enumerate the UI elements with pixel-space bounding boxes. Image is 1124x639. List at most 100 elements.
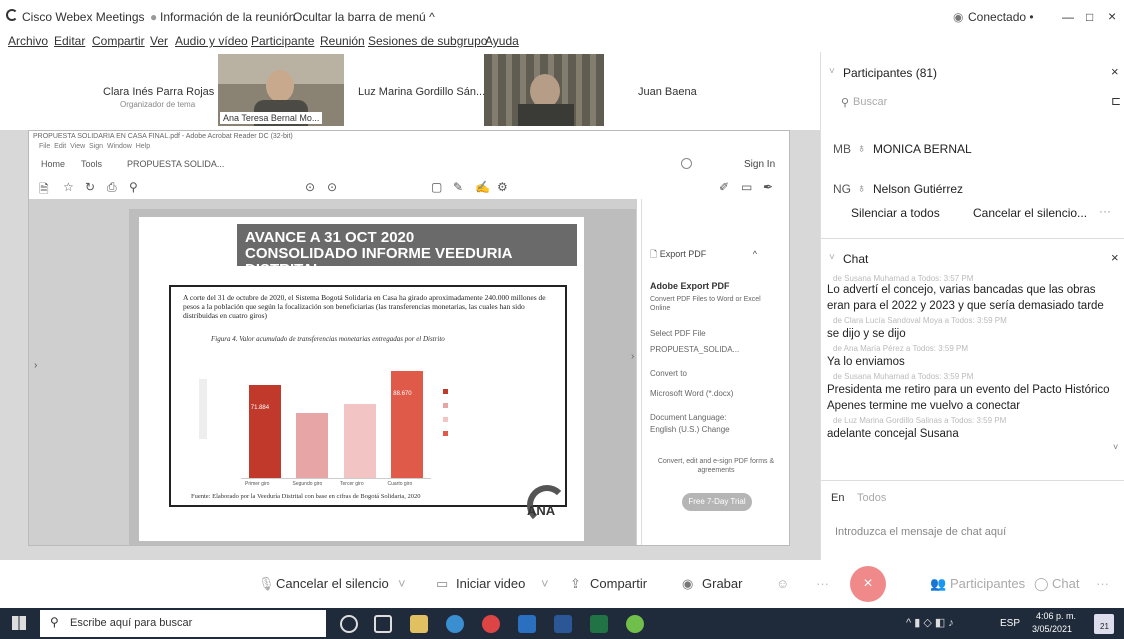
chat-icon[interactable]: ◯ xyxy=(1034,576,1049,592)
minimize-button[interactable]: — xyxy=(1062,10,1074,24)
participant-video-2[interactable]: Ana Teresa Bernal Mo... xyxy=(218,54,344,126)
maximize-button[interactable]: □ xyxy=(1086,10,1093,24)
file-name[interactable]: PROPUESTA_SOLIDA... xyxy=(650,345,739,354)
fill-sign-icon[interactable]: ✒ xyxy=(763,180,773,194)
menu-compartir[interactable]: Compartir xyxy=(92,34,145,48)
chat-button[interactable]: Chat xyxy=(1052,576,1079,591)
participant-tile-1[interactable]: Clara Inés Parra Rojas Organizador de te… xyxy=(60,52,214,128)
chat-close-icon[interactable]: × xyxy=(1111,250,1119,265)
menu-participante[interactable]: Participante xyxy=(251,34,314,48)
promo-text: Convert, edit and e-sign PDF forms & agr… xyxy=(657,458,775,474)
collapse-icon[interactable]: ^ xyxy=(753,249,757,259)
participant-row[interactable]: MB ♁ MONICA BERNAL xyxy=(821,138,1121,160)
stamp-icon[interactable]: ⚙ xyxy=(497,180,508,194)
chat-scroll-down-icon[interactable]: ˅ xyxy=(1113,442,1118,452)
participants-search-input[interactable]: Buscar xyxy=(853,96,887,108)
clock-time[interactable]: 4:06 p. m. xyxy=(1036,611,1076,621)
menu-ayuda[interactable]: Ayuda xyxy=(485,34,519,48)
unmute-options-icon[interactable]: ˅ xyxy=(398,576,406,591)
record-icon[interactable]: ◉ xyxy=(682,576,693,592)
chrome-icon[interactable] xyxy=(482,615,500,633)
acrobat-tab-tools[interactable]: Tools xyxy=(81,159,102,169)
pen-icon[interactable]: ✎ xyxy=(453,180,463,194)
reactions-icon[interactable]: ☺ xyxy=(776,576,789,591)
help-icon[interactable] xyxy=(681,158,692,169)
share-icon[interactable]: ⇪ xyxy=(570,576,581,592)
unmute-button[interactable]: Cancelar el silencio xyxy=(276,576,389,591)
cortana-icon[interactable] xyxy=(340,615,358,633)
system-tray-icon[interactable]: ^ ▮ ◇ ◧ ♪ xyxy=(906,616,954,629)
video-icon[interactable]: ▭ xyxy=(436,576,448,592)
right-sidebar: ˅ Participantes (81) × ⚲ Buscar ⊏ MB ♁ M… xyxy=(820,52,1124,560)
participant-name-3: Luz Marina Gordillo Sán... xyxy=(358,86,486,98)
edit-icon[interactable]: ✐ xyxy=(719,180,729,194)
zoom-icon[interactable]: ⚲ xyxy=(129,180,138,194)
share-icon[interactable]: ↻ xyxy=(85,180,95,194)
chat-collapse-icon[interactable]: ˅ xyxy=(829,252,835,263)
free-trial-button[interactable]: Free 7-Day Trial xyxy=(682,493,752,511)
input-language[interactable]: ESP xyxy=(1000,618,1020,629)
menu-editar[interactable]: Editar xyxy=(54,34,85,48)
taskbar-search-box[interactable]: ⚲ Escribe aquí para buscar xyxy=(40,610,326,637)
format-select[interactable]: Microsoft Word (*.docx) xyxy=(650,389,733,398)
meeting-info-link[interactable]: Información de la reunión xyxy=(160,10,295,24)
bookmark-icon[interactable]: ☆ xyxy=(63,180,74,194)
taskbar-search-input[interactable]: Escribe aquí para buscar xyxy=(70,617,192,629)
save-icon[interactable]: 🗎 xyxy=(39,180,49,201)
excel-icon[interactable] xyxy=(590,615,608,633)
menu-archivo[interactable]: Archivo xyxy=(8,34,48,48)
menu-ver[interactable]: Ver xyxy=(150,34,168,48)
more-options-icon[interactable]: ··· xyxy=(1099,204,1111,218)
connection-status[interactable]: Conectado • xyxy=(968,10,1034,24)
participants-collapse-icon[interactable]: ˅ xyxy=(829,66,835,77)
leave-meeting-button[interactable]: × xyxy=(850,566,886,602)
record-button[interactable]: Grabar xyxy=(702,576,742,591)
participant-row[interactable]: NG ♁ Nelson Gutiérrez xyxy=(821,178,1121,200)
share-button[interactable]: Compartir xyxy=(590,576,647,591)
scroll-arrow-icon[interactable]: › xyxy=(631,351,634,362)
word-icon[interactable] xyxy=(554,615,572,633)
sort-icon[interactable]: ⊏ xyxy=(1111,94,1121,108)
participants-close-icon[interactable]: × xyxy=(1111,64,1119,79)
participant-name: MONICA BERNAL xyxy=(873,142,972,156)
mute-all-button[interactable]: Silenciar a todos xyxy=(851,206,940,220)
edge-icon[interactable] xyxy=(446,615,464,633)
prev-page-icon[interactable]: ⊙ xyxy=(305,180,315,194)
sign-icon[interactable]: ✍ xyxy=(475,180,490,194)
close-button[interactable]: × xyxy=(1108,8,1116,24)
export-pdf-header[interactable]: 🗋 Export PDF ^ xyxy=(650,247,757,263)
menu-subgrupos[interactable]: Sesiones de subgrupo xyxy=(368,34,487,48)
video-options-icon[interactable]: ˅ xyxy=(541,576,549,591)
participants-icon[interactable]: 👥 xyxy=(930,576,946,592)
comment-panel-icon[interactable]: ▭ xyxy=(741,180,752,194)
more-icon[interactable]: ··· xyxy=(816,576,829,591)
task-view-icon[interactable] xyxy=(374,615,392,633)
start-video-button[interactable]: Iniciar video xyxy=(456,576,525,591)
webex-taskbar-icon[interactable] xyxy=(626,615,644,633)
acrobat-tab-home[interactable]: Home xyxy=(41,159,65,169)
participant-video-4[interactable] xyxy=(484,54,604,126)
menu-audio-video[interactable]: Audio y vídeo xyxy=(175,34,248,48)
hide-menu-link[interactable]: Ocultar la barra de menú ^ xyxy=(293,10,435,24)
chat-input[interactable]: Introduzca el mensaje de chat aquí xyxy=(835,526,1006,538)
windows-start-icon[interactable] xyxy=(12,616,26,630)
file-explorer-icon[interactable] xyxy=(410,615,428,633)
notifications-button[interactable]: 21 xyxy=(1094,614,1114,634)
clock-date[interactable]: 3/05/2021 xyxy=(1032,624,1072,634)
mic-muted-icon[interactable]: 🎙 xyxy=(258,576,275,592)
signin-button[interactable]: Sign In xyxy=(744,159,775,170)
next-page-icon[interactable]: ⊙ xyxy=(327,180,337,194)
lang-value[interactable]: English (U.S.) Change xyxy=(650,425,730,434)
acrobat-tab-doc[interactable]: PROPUESTA SOLIDA... xyxy=(127,159,224,169)
outlook-icon[interactable] xyxy=(518,615,536,633)
person-head xyxy=(266,70,294,102)
chat-to-select[interactable]: Todos xyxy=(857,492,886,504)
left-arrow-icon[interactable]: › xyxy=(34,360,37,371)
slide-title-line1: AVANCE A 31 OCT 2020 xyxy=(245,229,415,246)
print-icon[interactable]: ⎙ xyxy=(107,180,117,195)
overflow-icon[interactable]: ··· xyxy=(1096,576,1109,591)
menu-reunion[interactable]: Reunión xyxy=(320,34,365,48)
unmute-all-button[interactable]: Cancelar el silencio... xyxy=(973,206,1087,220)
comment-icon[interactable]: ▢ xyxy=(431,180,442,194)
participants-button[interactable]: Participantes xyxy=(950,576,1025,591)
